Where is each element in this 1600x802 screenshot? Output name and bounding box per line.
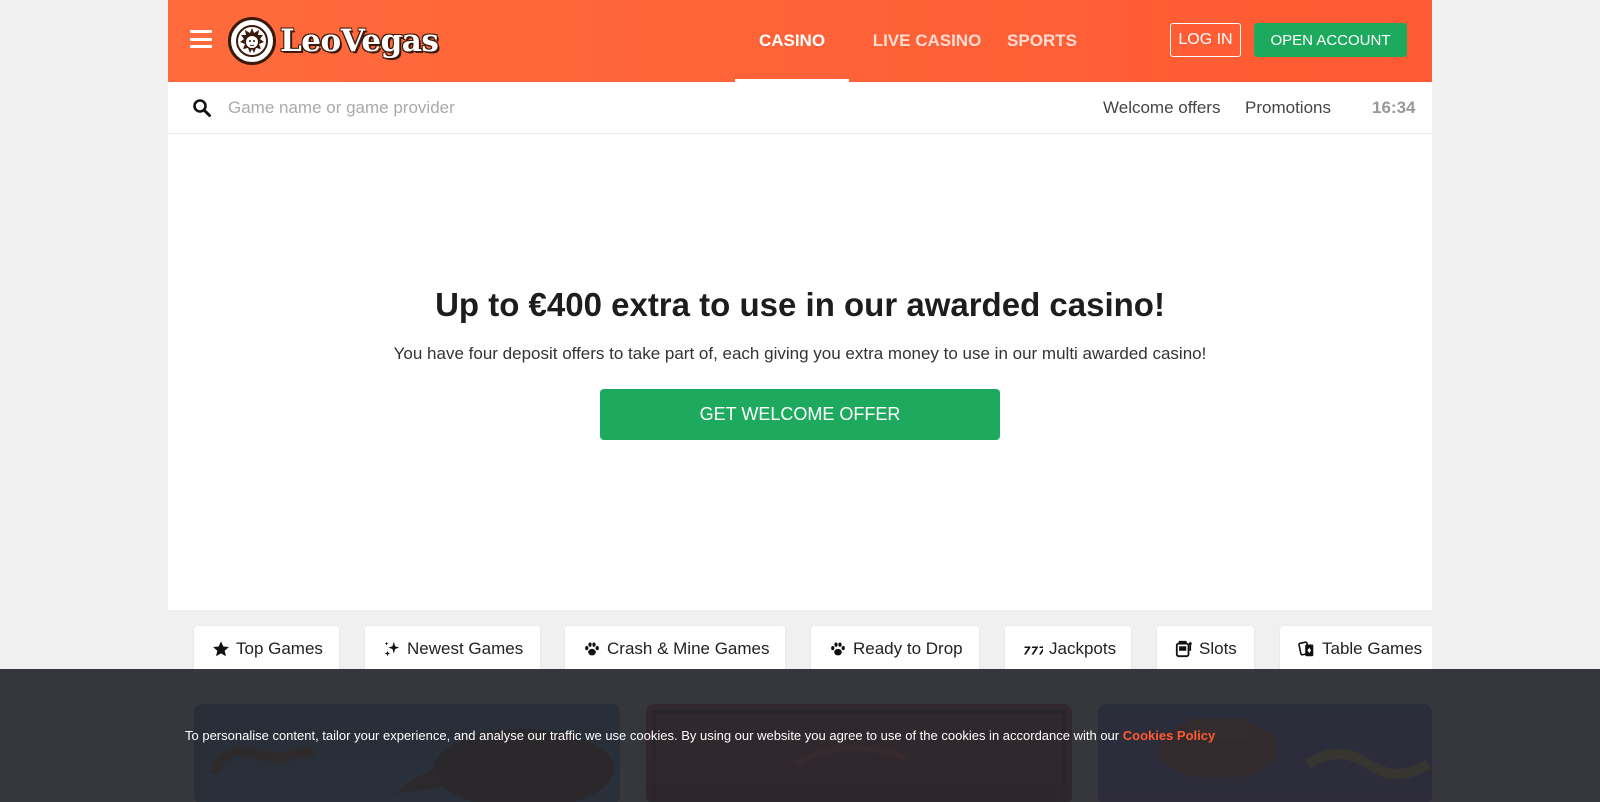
nav-live-casino[interactable]: LIVE CASINO	[868, 0, 986, 82]
slot-machine-icon	[1175, 640, 1192, 658]
paw-icon	[585, 642, 599, 656]
category-label: Slots	[1199, 639, 1237, 658]
nav-casino[interactable]: CASINO	[735, 0, 849, 82]
promotions-link[interactable]: Promotions	[1245, 98, 1331, 118]
star-icon	[213, 641, 229, 657]
welcome-hero: Up to €400 extra to use in our awarded c…	[168, 134, 1432, 610]
category-table-games[interactable]: Table Games	[1280, 626, 1432, 672]
category-label: Ready to Drop	[853, 639, 963, 658]
paw-icon	[831, 642, 845, 656]
category-label: Top Games	[236, 639, 323, 658]
cookies-policy-link[interactable]: Cookies Policy	[1123, 728, 1215, 743]
login-button[interactable]: LOG IN	[1170, 23, 1241, 57]
search-input[interactable]	[228, 94, 828, 122]
hero-subtitle: You have four deposit offers to take par…	[393, 344, 1207, 363]
hero-title: Up to €400 extra to use in our awarded c…	[435, 286, 1165, 323]
logo-text: LeoVegas	[280, 23, 439, 59]
svg-text:777: 777	[1023, 644, 1043, 657]
welcome-offers-link[interactable]: Welcome offers	[1103, 98, 1220, 118]
category-top-games[interactable]: Top Games	[194, 626, 339, 672]
category-ready-to-drop[interactable]: Ready to Drop	[811, 626, 979, 672]
category-bar: Top Games Newest Games Crash & Mine Game…	[168, 612, 1432, 672]
category-jackpots[interactable]: 777 Jackpots	[1005, 626, 1131, 672]
cookie-message: To personalise content, tailor your expe…	[185, 728, 1123, 743]
clock: 16:34	[1372, 98, 1416, 117]
top-header: LeoVegas CASINO LIVE CASINO SPORTS LOG I…	[168, 0, 1432, 82]
category-newest-games[interactable]: Newest Games	[365, 626, 540, 672]
nav-sports[interactable]: SPORTS	[1006, 0, 1078, 82]
menu-icon[interactable]	[190, 30, 212, 48]
leovegas-logo[interactable]: LeoVegas	[228, 16, 439, 66]
category-label: Jackpots	[1049, 639, 1117, 658]
sevens-icon: 777	[1023, 644, 1043, 657]
category-slots[interactable]: Slots	[1157, 626, 1254, 672]
category-crash-mine-games[interactable]: Crash & Mine Games	[565, 626, 785, 672]
category-label: Crash & Mine Games	[607, 639, 770, 658]
category-label: Newest Games	[407, 639, 524, 658]
open-account-button[interactable]: OPEN ACCOUNT	[1254, 23, 1407, 57]
search-bar: Welcome offers Promotions 16:34	[168, 82, 1432, 134]
search-icon[interactable]	[192, 98, 212, 118]
category-label: Table Games	[1322, 639, 1423, 658]
cookie-banner: To personalise content, tailor your expe…	[0, 669, 1600, 802]
lion-icon	[228, 17, 276, 65]
cards-icon	[1298, 641, 1314, 657]
cookie-text: To personalise content, tailor your expe…	[185, 728, 1215, 743]
get-welcome-offer-button[interactable]: GET WELCOME OFFER	[600, 389, 1000, 440]
sparkles-icon	[384, 641, 400, 657]
